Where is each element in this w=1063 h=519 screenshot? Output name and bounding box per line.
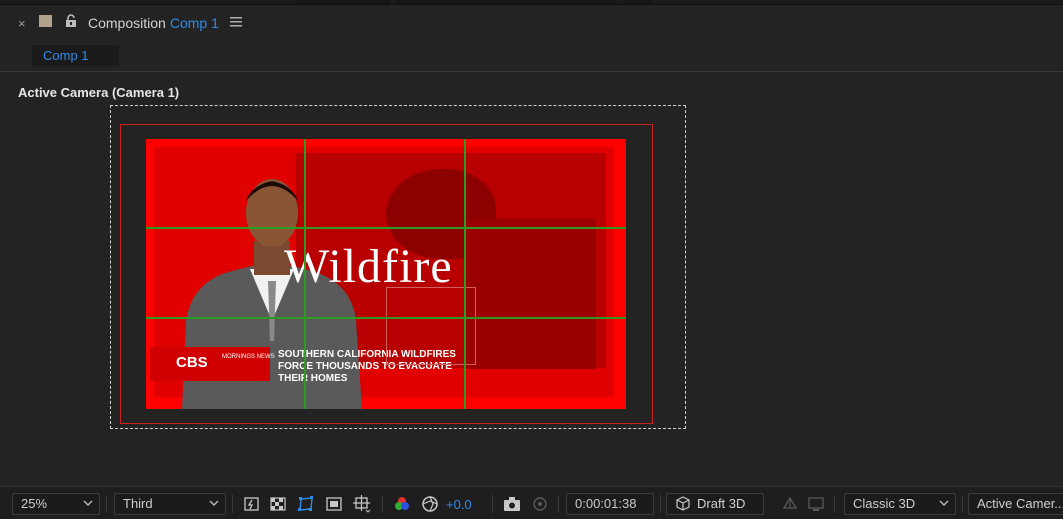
grid-line-vertical: [464, 139, 466, 409]
divider: [962, 495, 963, 513]
panel-title-prefix: Composition: [88, 15, 166, 31]
tab-comp-1[interactable]: Comp 1: [32, 45, 119, 66]
headline-text: Wildfire: [284, 240, 453, 293]
lock-icon[interactable]: [64, 14, 78, 28]
strip-segment: [625, 0, 653, 4]
grid-line-vertical: [304, 139, 306, 409]
transparency-grid-icon[interactable]: [268, 494, 288, 514]
view-label: Active Camera (Camera 1): [18, 85, 180, 100]
panel-title-comp[interactable]: Comp 1: [170, 15, 219, 31]
draft-3d-label: Draft 3D: [697, 496, 746, 511]
timecode: 0:00:01:38: [575, 496, 637, 511]
current-time-display[interactable]: 0:00:01:38: [566, 493, 654, 515]
extended-viewer-icon[interactable]: [806, 494, 826, 514]
zoom-dropdown[interactable]: 25%: [12, 493, 100, 515]
draft-3d-toggle[interactable]: Draft 3D: [666, 493, 764, 515]
reset-exposure-icon[interactable]: [420, 494, 440, 514]
strip-segment: [395, 0, 615, 4]
renderer-dropdown[interactable]: Classic 3D: [844, 493, 956, 515]
network-logo: CBS: [176, 354, 208, 371]
chevron-down-icon: [209, 500, 219, 506]
resolution-value: Third: [123, 496, 153, 511]
draft-3d-icon: [676, 496, 690, 511]
divider: [106, 495, 107, 513]
hamburger-menu-icon[interactable]: [230, 16, 242, 28]
exposure-value[interactable]: +0.0: [446, 497, 472, 512]
network-logo-subtext: MORNINGS NEWS: [222, 354, 275, 360]
divider: [834, 495, 835, 513]
color-channels-icon[interactable]: [392, 494, 412, 514]
grid-line-horizontal: [146, 317, 626, 319]
label-color-swatch[interactable]: [39, 15, 52, 27]
composition-viewer[interactable]: Active Camera (Camera 1) Wildfire CBS MO…: [8, 74, 1063, 486]
viewer-toolbar: 25% Third +0.0 0:00:01:38 Draft 3D Class…: [0, 486, 1063, 519]
grid-guides-icon[interactable]: [352, 494, 372, 514]
close-icon[interactable]: ×: [18, 17, 30, 31]
divider: [558, 495, 559, 513]
renderer-value: Classic 3D: [853, 496, 916, 511]
region-of-interest-icon[interactable]: [324, 494, 344, 514]
divider: [660, 495, 661, 513]
snapshot-camera-icon[interactable]: [502, 494, 522, 514]
3d-ground-plane-icon[interactable]: [780, 494, 800, 514]
3d-view-dropdown[interactable]: Active Camer...: [968, 493, 1063, 515]
comp-tab-row: Comp 1: [0, 40, 1063, 72]
chevron-down-icon: [83, 500, 93, 506]
layer-bounds: [386, 287, 476, 365]
grid-line-horizontal: [146, 227, 626, 229]
panel-header: × Composition Comp 1: [0, 6, 1063, 40]
zoom-value: 25%: [21, 496, 48, 511]
divider: [232, 495, 233, 513]
mask-visibility-icon[interactable]: [296, 494, 316, 514]
view-value: Active Camer...: [977, 496, 1063, 511]
chevron-down-icon: [939, 500, 949, 506]
footage-frame[interactable]: Wildfire CBS MORNINGS NEWS SOUTHERN CALI…: [146, 139, 626, 409]
top-strip: [0, 0, 1063, 5]
strip-segment: [295, 0, 390, 4]
show-snapshot-icon[interactable]: [530, 494, 550, 514]
resolution-dropdown[interactable]: Third: [114, 493, 226, 515]
divider: [382, 495, 383, 513]
panel-title: Composition Comp 1: [88, 15, 219, 31]
divider: [492, 495, 493, 513]
lower-third-band: [150, 347, 270, 381]
fast-previews-icon[interactable]: [242, 494, 262, 514]
